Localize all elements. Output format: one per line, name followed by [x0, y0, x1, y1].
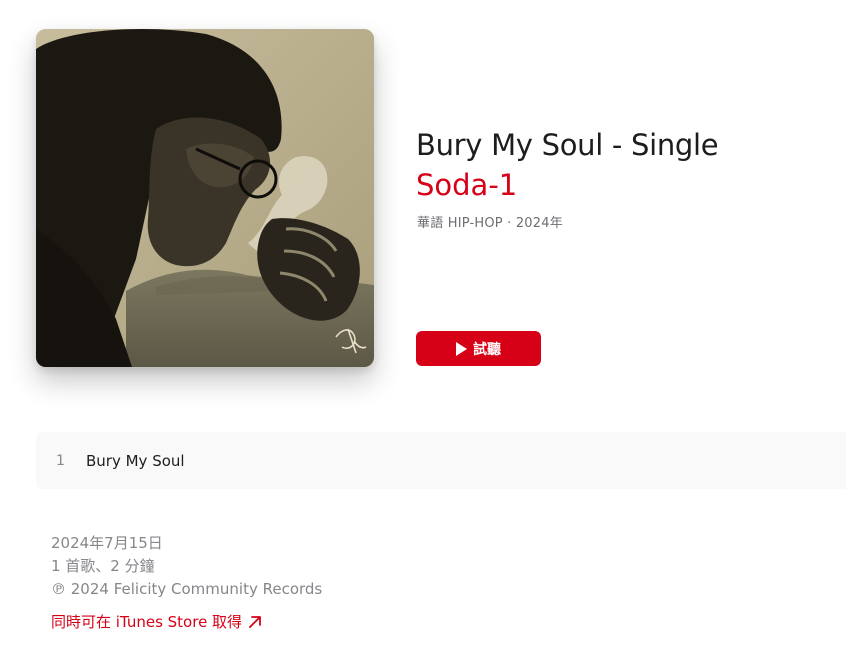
track-number: 1 — [56, 452, 65, 469]
release-date: 2024年7月15日 — [51, 534, 163, 552]
track-summary: 1 首歌、2 分鐘 — [51, 557, 155, 575]
album-details: 2024年7月15日 1 首歌、2 分鐘 ℗ 2024 Felicity Com… — [51, 532, 322, 601]
album-page: Bury My Soul - Single Soda-1 華語 HIP-HOP … — [0, 0, 846, 655]
itunes-link-label: 同時可在 iTunes Store 取得 — [51, 613, 243, 631]
preview-button[interactable]: 試聽 — [416, 331, 541, 366]
preview-label: 試聽 — [473, 341, 501, 358]
track-title: Bury My Soul — [86, 451, 185, 470]
arrow-up-right-icon — [249, 615, 261, 628]
play-icon — [456, 341, 467, 356]
album-artwork[interactable] — [36, 29, 374, 367]
artist-link[interactable]: Soda-1 — [416, 168, 517, 202]
copyright: ℗ 2024 Felicity Community Records — [51, 580, 323, 598]
itunes-store-link[interactable]: 同時可在 iTunes Store 取得 — [51, 611, 262, 632]
album-artwork-image — [36, 29, 374, 367]
genre-year: 華語 HIP-HOP · 2024年 — [417, 216, 563, 231]
track-row[interactable]: 1 Bury My Soul — [36, 432, 846, 489]
album-title: Bury My Soul - Single — [416, 128, 719, 162]
